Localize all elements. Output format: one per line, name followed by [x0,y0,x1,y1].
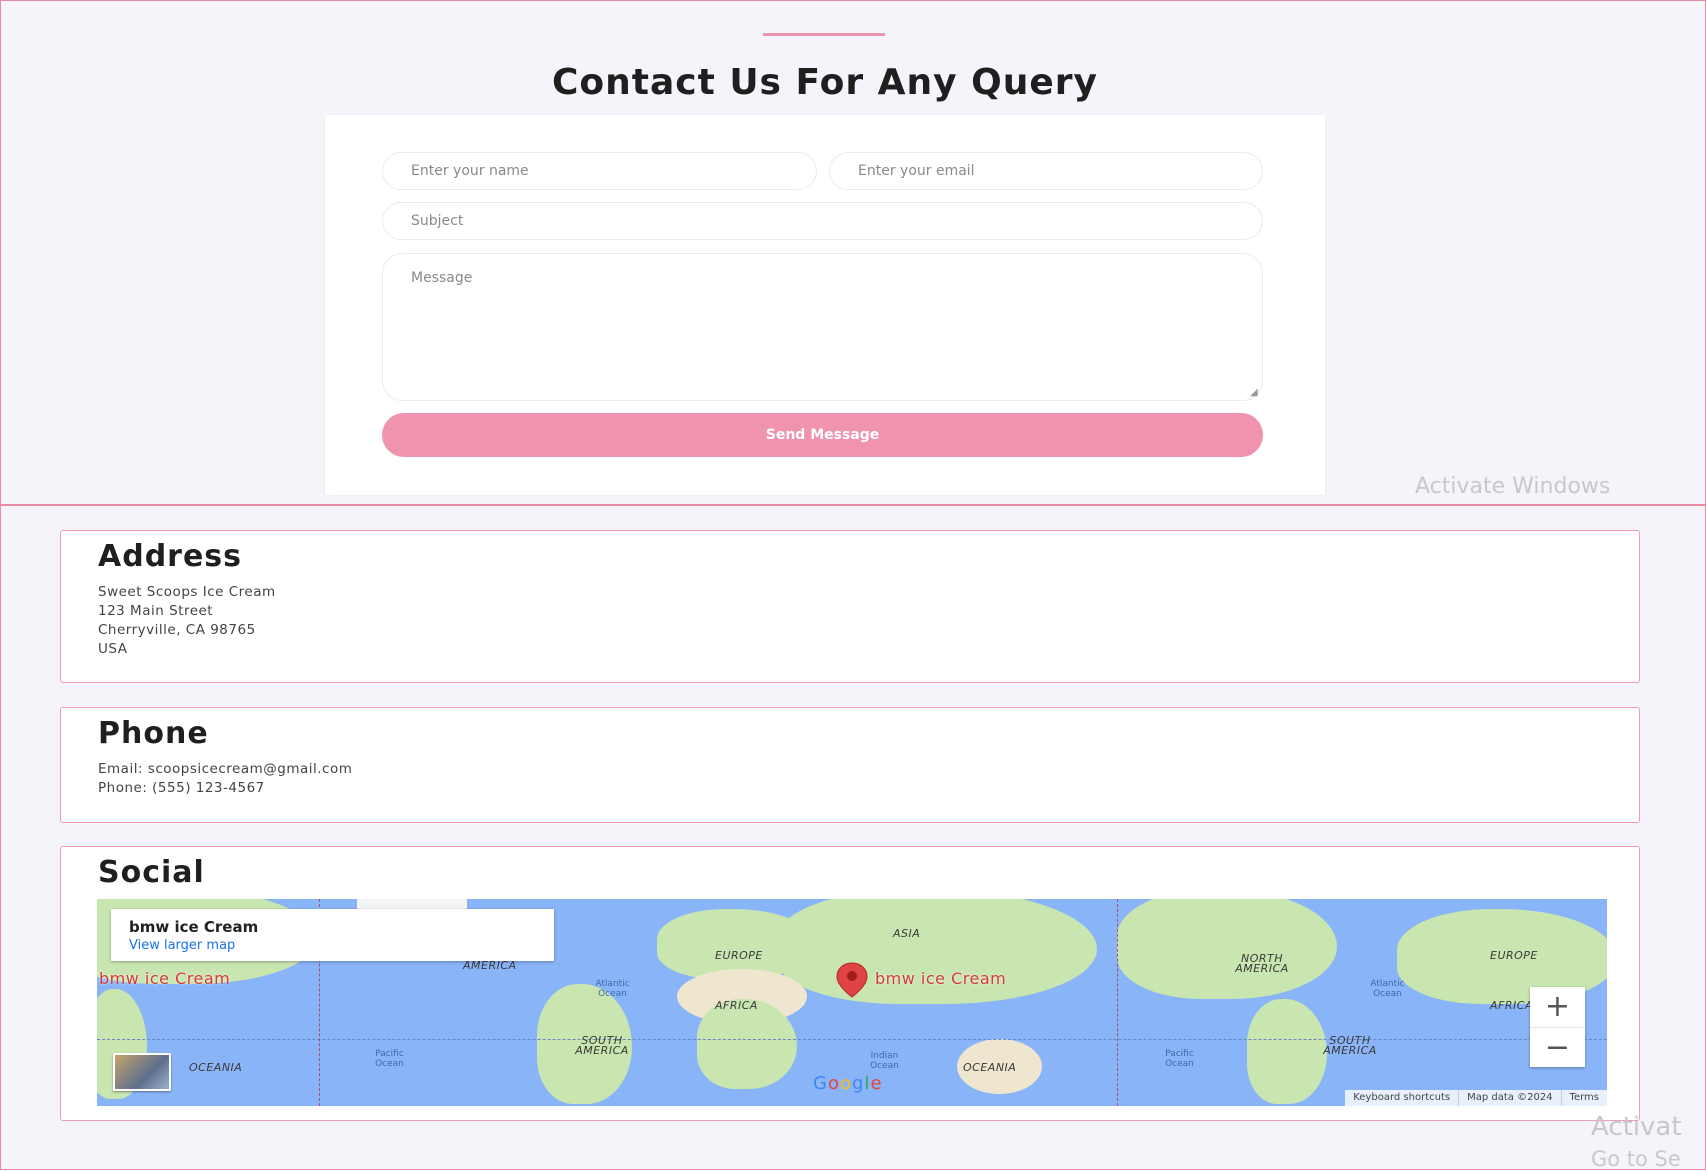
continent-label: AFRICA [1490,999,1533,1012]
title-underline [763,33,885,36]
map-pin-icon[interactable] [833,961,871,999]
phone-lines: Email: scoopsicecream@gmail.com Phone: (… [98,760,352,798]
continent-label: SOUTH AMERICA [1323,1034,1377,1057]
address-line: Cherryville, CA 98765 [98,622,256,638]
message-textarea[interactable] [382,253,1263,401]
continent-label: OCEANIA [963,1061,1017,1074]
address-line: 123 Main Street [98,603,214,619]
land-north-america-right [1117,899,1337,999]
marker-label[interactable]: bmw ice Cream [875,969,1006,988]
send-message-button[interactable]: Send Message [382,413,1263,457]
zoom-in-button[interactable]: + [1530,987,1585,1027]
address-line: Sweet Scoops Ice Cream [98,584,276,600]
zoom-controls: + − [1530,987,1585,1067]
go-to-settings-watermark: Go to Se [1591,1147,1681,1171]
activate-windows-watermark-2: Activat [1591,1112,1682,1142]
email-text: Email: scoopsicecream@gmail.com [98,761,353,777]
continent-label: SOUTH AMERICA [575,1034,629,1057]
continent-label: EUROPE [1490,949,1538,962]
zoom-out-button[interactable]: − [1530,1027,1585,1067]
map-data-text: Map data ©2024 [1458,1090,1560,1106]
marker-label-left: bmw ice Cream [99,969,231,988]
continent-label: NORTH AMERICA [1235,952,1289,975]
phone-heading: Phone [98,716,209,751]
google-map[interactable]: AMERICA EUROPE ASIA AFRICA SOUTH AMERICA… [97,899,1607,1106]
ocean-label: Indian Ocean [870,1051,899,1071]
place-info-card: bmw ice Cream View larger map [111,909,554,961]
keyboard-shortcuts-link[interactable]: Keyboard shortcuts [1345,1090,1458,1106]
ocean-label: Pacific Ocean [375,1049,404,1069]
map-attribution-bar: Keyboard shortcuts Map data ©2024 Terms [1345,1090,1607,1106]
ocean-label: Pacific Ocean [1165,1049,1194,1069]
social-heading: Social [98,855,205,890]
street-view-thumbnail[interactable] [113,1053,171,1091]
activate-windows-watermark: Activate Windows [1415,474,1611,499]
continent-label: EUROPE [715,949,763,962]
continent-label: AFRICA [715,999,758,1012]
continent-label: OCEANIA [189,1061,243,1074]
name-input[interactable] [382,152,817,190]
resize-grip-icon[interactable]: ◢ [1250,388,1260,398]
ocean-label: Atlantic Ocean [595,979,630,999]
place-name: bmw ice Cream [129,918,259,936]
social-card: Social AMERICA EUROPE ASIA AFRICA SOUTH … [60,846,1640,1121]
address-card: Address Sweet Scoops Ice Cream 123 Main … [60,530,1640,683]
address-heading: Address [98,539,243,574]
ocean-label: Atlantic Ocean [1370,979,1405,999]
phone-card: Phone Email: scoopsicecream@gmail.com Ph… [60,707,1640,823]
page-title: Contact Us For Any Query [551,62,1099,104]
google-logo: Google [813,1073,883,1094]
terms-link[interactable]: Terms [1560,1090,1607,1106]
dateline-right [1117,899,1118,1106]
address-line: USA [98,641,128,657]
phone-text: Phone: (555) 123-4567 [98,780,265,796]
land-africa [697,999,797,1089]
contact-form: ◢ Send Message [325,115,1325,495]
continent-label: ASIA [893,927,921,940]
subject-input[interactable] [382,202,1263,240]
address-lines: Sweet Scoops Ice Cream 123 Main Street C… [98,583,276,659]
land-asia [777,899,1097,1004]
view-larger-map-link[interactable]: View larger map [129,938,235,953]
email-input[interactable] [829,152,1263,190]
